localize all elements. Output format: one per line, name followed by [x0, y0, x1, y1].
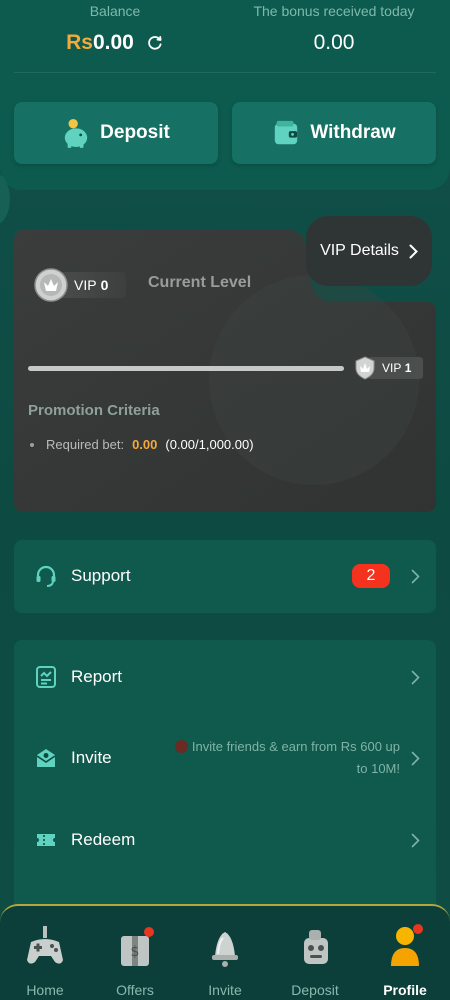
balance-divider [14, 72, 436, 73]
invite-promo-text: Invite friends & earn from Rs 600 up to … [164, 736, 400, 780]
next-vip-level: 1 [404, 361, 412, 375]
invite-label: Invite [71, 748, 112, 767]
refresh-icon[interactable] [146, 34, 164, 52]
invite-envelope-icon [36, 749, 56, 767]
chevron-right-icon [411, 751, 420, 765]
vip-progress-bar [28, 366, 344, 371]
menu-item-report[interactable]: Report [14, 647, 436, 707]
bonus-section: The bonus received today 0.00 [244, 0, 424, 58]
chevron-right-icon [411, 670, 420, 684]
withdraw-label: Withdraw [310, 122, 396, 143]
current-vip-prefix: VIP [74, 277, 97, 293]
report-icon [36, 666, 56, 688]
profile-screen: Balance Rs0.00 The bonus received today … [0, 0, 450, 1000]
invite-note-line1: Invite friends & earn from Rs 600 up [191, 739, 400, 754]
required-bet-value: 0.00 [132, 437, 158, 452]
required-bet-progress: (0.00/1,000.00) [165, 437, 254, 452]
chevron-right-icon [411, 569, 420, 583]
promotion-criteria-title: Promotion Criteria [28, 402, 160, 419]
support-card[interactable]: Support 2 [14, 540, 436, 613]
redeem-label: Redeem [71, 830, 136, 849]
balance-amount: 0.00 [92, 31, 134, 54]
profile-icon [391, 924, 423, 966]
balance-label: Balance [89, 3, 141, 19]
vip-shield-icon [355, 356, 375, 380]
nav-home[interactable]: Home [0, 922, 90, 998]
deposit-label: Deposit [100, 122, 170, 143]
required-bet-row: Required bet: 0.00 (0.00/1,000.00) [28, 437, 254, 452]
balance-value: Rs0.00 [40, 28, 190, 58]
chevron-right-icon [409, 244, 418, 258]
gift-icon: $ [121, 927, 154, 966]
bonus-value: 0.00 [244, 28, 424, 58]
menu-item-support[interactable]: Support 2 [14, 546, 436, 606]
report-label: Report [71, 667, 123, 686]
bell-icon [212, 932, 238, 967]
current-vip-level: 0 [100, 277, 109, 293]
vip-progress-fill [28, 366, 344, 371]
nav-label: Home [26, 982, 64, 998]
wallet-robot-icon [304, 930, 328, 964]
next-vip-badge: VIP 1 [354, 354, 424, 382]
withdraw-button[interactable]: Withdraw [232, 102, 436, 164]
balance-card: Balance Rs0.00 The bonus received today … [0, 0, 450, 190]
chevron-right-icon [411, 833, 420, 847]
coin-icon [174, 740, 188, 753]
current-level-label: Current Level [148, 274, 252, 291]
gamepad-icon [27, 926, 63, 964]
invite-note-line2: to 10M! [356, 761, 400, 776]
wallet-icon [275, 120, 298, 145]
ticket-icon [37, 834, 55, 846]
next-vip-pill: VIP 1 [368, 357, 424, 379]
nav-label: Deposit [291, 982, 339, 998]
menu-item-redeem[interactable]: Redeem [14, 810, 436, 870]
vip-details-button[interactable]: VIP Details [306, 216, 432, 286]
svg-text:$: $ [131, 944, 140, 960]
nav-profile[interactable]: Profile [360, 922, 450, 998]
nav-invite[interactable]: Invite [180, 922, 270, 998]
bonus-amount: 0.00 [313, 31, 355, 54]
headset-icon [36, 565, 56, 587]
nav-label: Profile [383, 982, 427, 998]
menu-list-card: Report Invite Invite friends & earn from… [14, 640, 436, 940]
support-label: Support [71, 566, 131, 585]
support-notification-badge: 2 [352, 564, 390, 588]
bottom-navigation: Home $ Offers Invite Deposit Profile [0, 904, 450, 1000]
vip-medal-icon [34, 268, 68, 302]
menu-item-invite[interactable]: Invite Invite friends & earn from Rs 600… [14, 728, 436, 788]
next-vip-prefix: VIP [382, 361, 402, 375]
deposit-button[interactable]: Deposit [14, 102, 218, 164]
required-bet-label: Required bet: [46, 437, 125, 452]
piggy-bank-icon [64, 119, 88, 148]
nav-deposit[interactable]: Deposit [270, 922, 360, 998]
balance-section: Balance Rs0.00 [40, 0, 190, 58]
nav-label: Offers [116, 982, 154, 998]
nav-label: Invite [208, 982, 242, 998]
nav-offers[interactable]: $ Offers [90, 922, 180, 998]
current-vip-badge: VIP 0 [34, 262, 127, 308]
bullet-dot [30, 442, 34, 447]
vip-card: VIP Details VIP 0 Current Level VIP 1 Pr… [14, 216, 436, 512]
currency-symbol: Rs [66, 31, 93, 54]
vip-details-label: VIP Details [320, 242, 399, 259]
bonus-label: The bonus received today [253, 3, 415, 19]
